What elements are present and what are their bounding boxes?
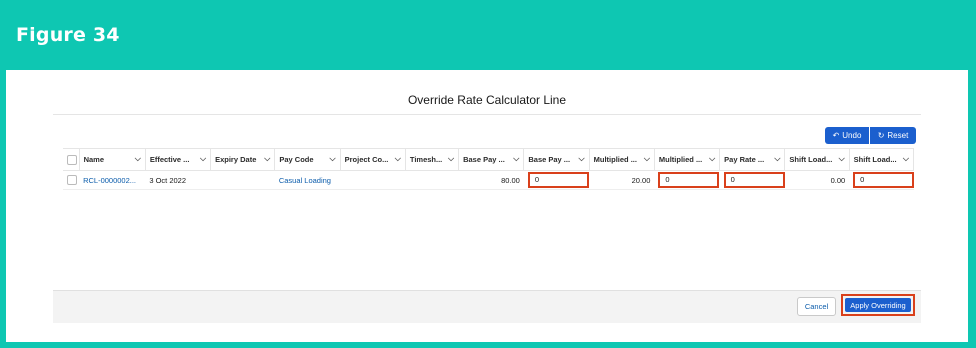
column-header[interactable]: Effective ... ⌵ xyxy=(145,148,212,171)
shift-loading-cell: 0.00 xyxy=(784,170,850,190)
chevron-down-icon[interactable]: ⌵ xyxy=(395,154,401,164)
rate-line-table: Name ⌵ Effective ... ⌵ Expiry Date ⌵ Pay Co… xyxy=(63,148,915,190)
column-header[interactable]: Shift Load... ⌵ xyxy=(849,148,915,171)
override-modal: Override Rate Calculator Line ↶ Undo ↻ R… xyxy=(53,84,921,323)
select-all-checkbox[interactable] xyxy=(67,154,77,165)
base-pay-cell: 80.00 xyxy=(458,170,524,190)
timesheet-cell xyxy=(405,170,459,190)
multiplied-cell: 20.00 xyxy=(589,170,655,190)
effective-date-cell: 3 Oct 2022 xyxy=(145,170,211,190)
row-checkbox[interactable] xyxy=(67,175,77,185)
modal-footer: Cancel Apply Overriding xyxy=(53,290,921,323)
screenshot-frame: Override Rate Calculator Line ↶ Undo ↻ R… xyxy=(6,70,968,342)
modal-divider xyxy=(53,114,921,115)
column-header[interactable]: Base Pay ... ⌵ xyxy=(523,148,590,171)
column-header[interactable]: Multiplied ... ⌵ xyxy=(654,148,721,171)
column-header[interactable]: Shift Load... ⌵ xyxy=(784,148,850,171)
expiry-date-cell xyxy=(210,170,275,190)
pay-rate-override-input[interactable]: 0 xyxy=(723,172,785,188)
base-pay-override-input[interactable]: 0 xyxy=(527,172,589,188)
column-header[interactable]: Base Pay ... ⌵ xyxy=(458,148,525,171)
column-header[interactable]: Name ⌵ xyxy=(79,148,146,171)
multiplied-override-cell: 0 xyxy=(654,170,720,190)
row-select-cell xyxy=(63,170,80,190)
chevron-down-icon[interactable]: ⌵ xyxy=(448,154,454,164)
table-header-row: Name ⌵ Effective ... ⌵ Expiry Date ⌵ Pay Co… xyxy=(63,148,915,171)
chevron-down-icon[interactable]: ⌵ xyxy=(774,154,780,164)
chevron-down-icon[interactable]: ⌵ xyxy=(709,154,715,164)
chevron-down-icon[interactable]: ⌵ xyxy=(330,154,336,164)
column-header[interactable]: Timesh... ⌵ xyxy=(405,148,460,171)
modal-title: Override Rate Calculator Line xyxy=(407,93,567,107)
chevron-down-icon[interactable]: ⌵ xyxy=(135,154,141,164)
undo-button[interactable]: ↶ Undo xyxy=(825,127,869,144)
chevron-down-icon[interactable]: ⌵ xyxy=(200,154,206,164)
reset-label: Reset xyxy=(887,131,909,140)
undo-icon: ↶ xyxy=(832,131,840,140)
name-cell[interactable]: RCL-0000002... xyxy=(79,170,146,190)
project-code-cell xyxy=(340,170,406,190)
column-header[interactable]: Expiry Date ⌵ xyxy=(210,148,276,171)
undo-label: Undo xyxy=(842,131,862,140)
multiplied-override-input[interactable]: 0 xyxy=(658,172,720,188)
select-all-cell xyxy=(63,148,80,171)
figure-label: Figure 34 xyxy=(16,24,120,46)
refresh-icon: ↻ xyxy=(877,131,885,140)
apply-overriding-button[interactable]: Apply Overriding xyxy=(845,298,911,312)
chevron-down-icon[interactable]: ⌵ xyxy=(903,154,909,164)
chevron-down-icon[interactable]: ⌵ xyxy=(264,154,270,164)
table-row: RCL-0000002... 3 Oct 2022 Casual Loading… xyxy=(63,170,914,190)
base-pay-override-cell: 0 xyxy=(523,170,590,190)
reset-button[interactable]: ↻ Reset xyxy=(869,127,916,144)
chevron-down-icon[interactable]: ⌵ xyxy=(839,154,845,164)
record-link[interactable]: RCL-0000002... xyxy=(83,176,136,185)
shift-loading-override-cell: 0 xyxy=(849,170,914,190)
chevron-down-icon[interactable]: ⌵ xyxy=(579,154,585,164)
pay-rate-override-cell: 0 xyxy=(719,170,785,190)
shift-loading-override-input[interactable]: 0 xyxy=(853,172,914,188)
undo-reset-group: ↶ Undo ↻ Reset xyxy=(825,127,916,144)
column-header[interactable]: Pay Rate ... ⌵ xyxy=(719,148,786,171)
column-header[interactable]: Multiplied ... ⌵ xyxy=(589,148,655,171)
column-header[interactable]: Pay Code ⌵ xyxy=(274,148,341,171)
cancel-button[interactable]: Cancel xyxy=(797,297,836,316)
apply-highlight: Apply Overriding xyxy=(841,294,915,316)
chevron-down-icon[interactable]: ⌵ xyxy=(644,154,650,164)
pay-code-link[interactable]: Casual Loading xyxy=(279,176,331,185)
chevron-down-icon[interactable]: ⌵ xyxy=(513,154,519,164)
figure-banner: Figure 34 xyxy=(0,0,976,70)
column-header[interactable]: Project Co... ⌵ xyxy=(340,148,406,171)
pay-code-cell[interactable]: Casual Loading xyxy=(274,170,341,190)
